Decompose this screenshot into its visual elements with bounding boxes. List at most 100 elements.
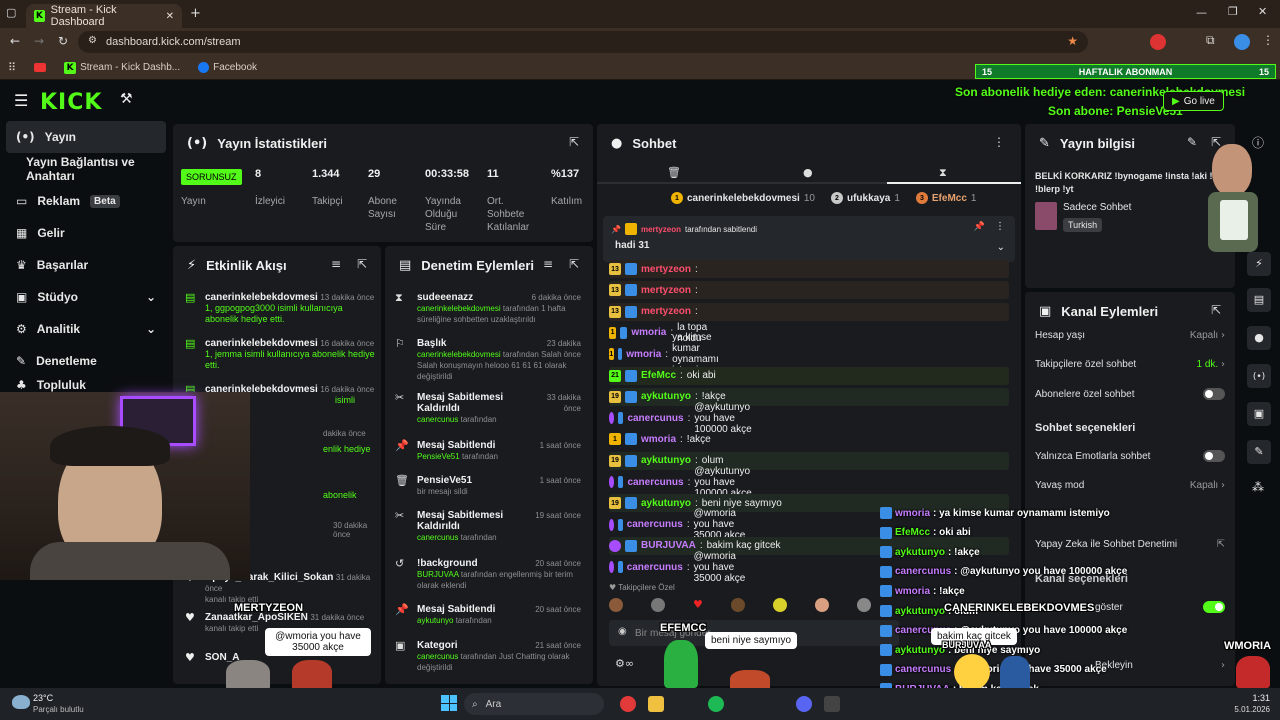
filter-icon[interactable]: ≡ bbox=[543, 257, 553, 271]
sidebar-item-studyo[interactable]: ▣ Stüdyo ⌄ bbox=[0, 281, 172, 313]
maximize-icon[interactable]: ❐ bbox=[1228, 5, 1238, 18]
top-gifter[interactable]: 3 EfeMcc 1 bbox=[915, 192, 976, 204]
extensions-icon[interactable]: ⧉ bbox=[1206, 33, 1215, 48]
file-explorer-icon[interactable] bbox=[648, 696, 664, 712]
bookmark-star-icon[interactable]: ★ bbox=[1067, 34, 1078, 48]
rail-broadcast-icon[interactable]: (•) bbox=[1247, 364, 1271, 388]
popout-icon[interactable]: ⇱ bbox=[357, 257, 367, 271]
discord-icon[interactable] bbox=[796, 696, 812, 712]
reload-icon[interactable]: ↻ bbox=[58, 34, 68, 48]
top-gifter[interactable]: 1 canerinkelebekdovmesi 10 bbox=[671, 192, 815, 204]
filter-icon[interactable]: ≡ bbox=[331, 257, 341, 271]
chat-message[interactable]: 13 mertyzeon: bbox=[609, 302, 1009, 321]
chat-message[interactable]: 13 mertyzeon: bbox=[609, 281, 1009, 300]
youtube-icon[interactable] bbox=[34, 63, 47, 72]
chat-message[interactable]: canercunus: @wmoria you have 35000 akçe bbox=[609, 508, 750, 541]
emote-only-toggle[interactable] bbox=[1203, 450, 1225, 462]
pinned-menu-icon[interactable]: ⋮ bbox=[995, 221, 1005, 232]
subs-only-toggle[interactable] bbox=[1203, 388, 1225, 400]
bookmark-facebook[interactable]: Facebook bbox=[198, 62, 257, 73]
tab-search-icon[interactable]: ▢ bbox=[6, 6, 22, 22]
media-app-icon[interactable] bbox=[620, 696, 636, 712]
option-followers-only[interactable]: Takipçilere özel sohbet 1 dk. › bbox=[1035, 359, 1225, 370]
kick-logo[interactable]: KICK bbox=[40, 90, 102, 115]
clock-time[interactable]: 1:31 bbox=[1240, 693, 1270, 703]
chat-username[interactable]: canercunus bbox=[627, 413, 683, 424]
emote[interactable] bbox=[651, 598, 665, 612]
tab-close-icon[interactable]: ✕ bbox=[166, 11, 174, 22]
chat-username[interactable]: canercunus bbox=[627, 477, 683, 488]
chat-menu-icon[interactable]: ⋮ bbox=[993, 135, 1005, 149]
chat-username[interactable]: aykutunyo bbox=[641, 455, 691, 466]
close-window-icon[interactable]: ✕ bbox=[1258, 5, 1267, 18]
obs-icon[interactable] bbox=[824, 696, 840, 712]
chat-username[interactable]: wmoria bbox=[631, 327, 666, 338]
go-live-button[interactable]: ▶ Go live bbox=[1163, 91, 1224, 111]
emote[interactable] bbox=[609, 598, 623, 612]
chat-message[interactable]: canercunus: @aykutunyo you have 100000 ak… bbox=[609, 402, 764, 435]
minimize-icon[interactable]: — bbox=[1196, 6, 1207, 19]
chevron-down-icon[interactable]: ⌄ bbox=[997, 242, 1005, 253]
option-emote-only[interactable]: Yalnızca Emotlarla sohbet bbox=[1035, 450, 1225, 462]
rail-chat-icon[interactable]: ● bbox=[1247, 326, 1271, 350]
emote[interactable] bbox=[814, 598, 829, 612]
sidebar-item-analitik[interactable]: ⚙ Analitik ⌄ bbox=[0, 313, 172, 345]
unpin-icon[interactable]: 📌 bbox=[974, 222, 985, 232]
chat-message[interactable]: 19 aykutunyo: olum bbox=[609, 451, 1009, 470]
chat-username[interactable]: canercunus bbox=[627, 562, 683, 573]
trash-icon[interactable]: 🗑 bbox=[667, 166, 681, 179]
back-icon[interactable]: ← bbox=[10, 34, 20, 48]
chat-username[interactable]: wmoria bbox=[641, 434, 676, 445]
site-info-icon[interactable]: ⚙ bbox=[88, 35, 97, 46]
chat-username[interactable]: canercunus bbox=[627, 519, 683, 530]
chat-username[interactable]: mertyzeon bbox=[641, 264, 691, 275]
option-slow-mode[interactable]: Yavaş mod Kapalı › bbox=[1035, 480, 1225, 491]
chat-message[interactable]: 19 aykutunyo: !akçe bbox=[609, 387, 1009, 406]
weather-temp[interactable]: 23°C bbox=[33, 693, 53, 703]
taskbar-search[interactable]: ⌕ Ara bbox=[464, 693, 604, 715]
rail-wrench-icon[interactable]: ✎ bbox=[1247, 440, 1271, 464]
chat-message[interactable]: 13 mertyzeon: bbox=[609, 260, 1009, 278]
spotify-icon[interactable] bbox=[708, 696, 724, 712]
emote-picker-icon[interactable]: ◉ bbox=[618, 626, 627, 637]
show-toggle[interactable] bbox=[1203, 601, 1225, 613]
top-gifter[interactable]: 2 ufukkaya 1 bbox=[830, 192, 900, 204]
browser-menu-icon[interactable]: ⋮ bbox=[1262, 33, 1274, 47]
browser-tab[interactable]: K Stream - Kick Dashboard ✕ bbox=[26, 4, 182, 28]
chat-username[interactable]: mertyzeon bbox=[641, 285, 691, 296]
emote[interactable] bbox=[856, 598, 871, 612]
popout-icon[interactable]: ⇱ bbox=[1211, 303, 1221, 317]
apps-grid-icon[interactable]: ⠿ bbox=[8, 61, 16, 74]
emote[interactable] bbox=[730, 598, 745, 612]
chat-message[interactable]: 1 wmoria: !akçe bbox=[609, 430, 711, 448]
chat-username[interactable]: wmoria bbox=[626, 349, 661, 360]
chat-username[interactable]: aykutunyo bbox=[641, 498, 691, 509]
heart-emote[interactable]: ♥ bbox=[693, 598, 703, 614]
sidebar-item-gelir[interactable]: ▦ Gelir bbox=[0, 217, 172, 249]
extension-record-icon[interactable] bbox=[1150, 34, 1166, 50]
start-button-icon[interactable] bbox=[441, 695, 457, 711]
sidebar-item-denetleme[interactable]: ✎ Denetleme bbox=[0, 345, 172, 377]
hamburger-menu-icon[interactable]: ☰ bbox=[14, 91, 28, 110]
rail-apps-icon[interactable]: ⁂ bbox=[1252, 480, 1264, 494]
chat-username[interactable]: EfeMcc bbox=[641, 370, 676, 381]
chat-username[interactable]: BURJUVAA bbox=[641, 540, 696, 551]
option-subs-only[interactable]: Abonelere özel sohbet bbox=[1035, 388, 1225, 400]
chat-bubble-icon[interactable]: ● bbox=[803, 166, 813, 179]
chat-message[interactable]: 1wmoria:ya kimse kumar oynamamı istemiyo bbox=[609, 332, 733, 376]
chat-username[interactable]: aykutunyo bbox=[641, 391, 691, 402]
sidebar-item-basarilar[interactable]: ♛ Başarılar bbox=[0, 249, 172, 281]
option-account-age[interactable]: Hesap yaşı Kapalı › bbox=[1035, 330, 1225, 341]
hourglass-icon[interactable]: ⧗ bbox=[939, 166, 947, 180]
rail-shield-icon[interactable]: ▣ bbox=[1247, 402, 1271, 426]
emote[interactable] bbox=[772, 598, 787, 612]
chat-username[interactable]: mertyzeon bbox=[641, 306, 691, 317]
popout-icon[interactable]: ⇱ bbox=[569, 257, 579, 271]
chat-message[interactable]: canercunus: @wmoria you have 35000 akçe bbox=[609, 551, 750, 584]
creator-tools-icon[interactable]: ⚒ bbox=[120, 91, 133, 107]
sidebar-item-topluluk[interactable]: ♣ Topluluk bbox=[0, 377, 172, 393]
bookmark-kick[interactable]: K Stream - Kick Dashb... bbox=[64, 61, 180, 74]
edit-icon[interactable]: ✎ bbox=[1187, 135, 1197, 149]
chat-message[interactable]: 21 EfeMcc: oki abi bbox=[609, 366, 1009, 385]
forward-icon[interactable]: → bbox=[34, 34, 44, 48]
